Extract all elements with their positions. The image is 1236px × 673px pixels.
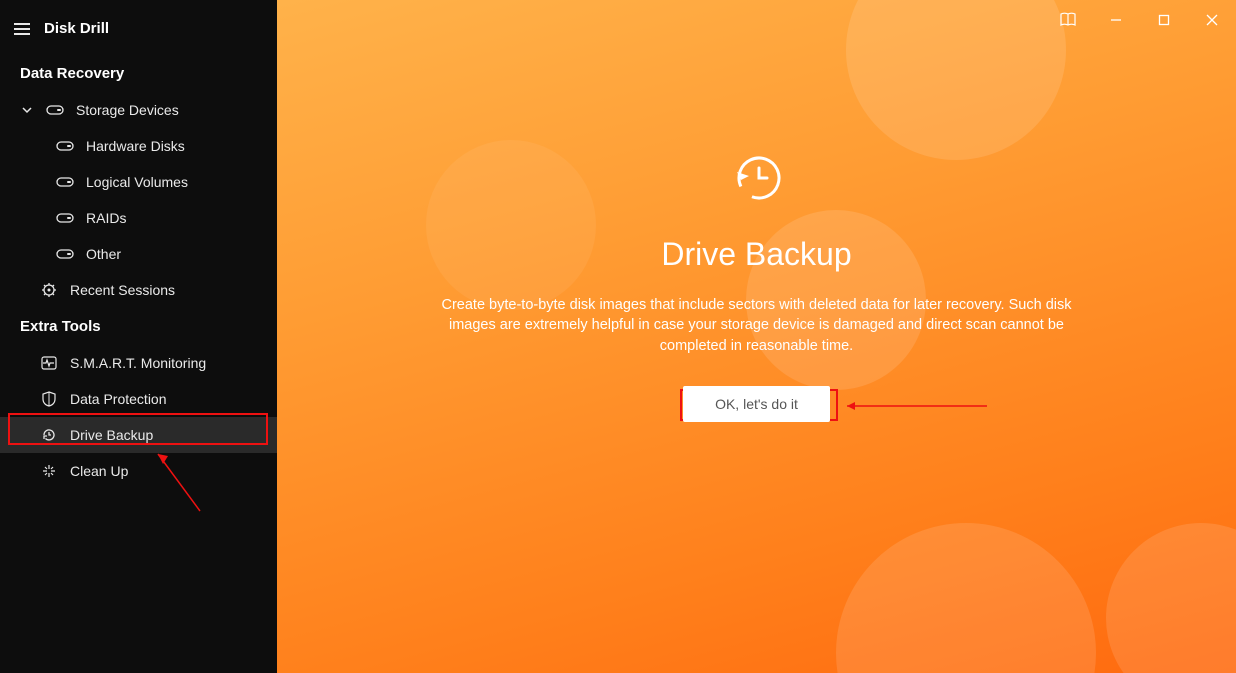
disk-icon bbox=[56, 175, 74, 189]
main-panel: Drive Backup Create byte-to-byte disk im… bbox=[277, 0, 1236, 673]
sidebar-item-label: Storage Devices bbox=[76, 102, 179, 118]
decorative-circle bbox=[846, 0, 1066, 160]
sidebar-item-label: Hardware Disks bbox=[86, 138, 185, 154]
app-title: Disk Drill bbox=[44, 20, 109, 37]
menu-toggle-button[interactable] bbox=[14, 23, 30, 35]
sidebar-item-storage-devices[interactable]: Storage Devices bbox=[0, 92, 277, 128]
disk-icon bbox=[56, 139, 74, 153]
ok-lets-do-it-button[interactable]: OK, let's do it bbox=[683, 386, 830, 422]
sidebar-item-label: RAIDs bbox=[86, 210, 126, 226]
sidebar-item-label: Data Protection bbox=[70, 391, 167, 407]
minimize-icon bbox=[1110, 14, 1122, 26]
section-data-recovery: Data Recovery bbox=[0, 55, 277, 92]
heartbeat-icon bbox=[40, 356, 58, 370]
shield-icon bbox=[40, 391, 58, 407]
backup-clock-icon bbox=[40, 427, 58, 443]
close-icon bbox=[1206, 14, 1218, 26]
sidebar-item-data-protection[interactable]: Data Protection bbox=[0, 381, 277, 417]
sidebar-item-label: Recent Sessions bbox=[70, 282, 175, 298]
window-minimize-button[interactable] bbox=[1092, 0, 1140, 40]
sidebar-item-clean-up[interactable]: Clean Up bbox=[0, 453, 277, 489]
disk-icon bbox=[46, 103, 64, 117]
book-icon bbox=[1059, 12, 1077, 28]
window-close-button[interactable] bbox=[1188, 0, 1236, 40]
page-description: Create byte-to-byte disk images that inc… bbox=[437, 295, 1077, 356]
sidebar-item-label: Logical Volumes bbox=[86, 174, 188, 190]
maximize-icon bbox=[1158, 14, 1170, 26]
window-maximize-button[interactable] bbox=[1140, 0, 1188, 40]
sparkle-icon bbox=[40, 463, 58, 479]
sidebar-item-other[interactable]: Other bbox=[0, 236, 277, 272]
sidebar-item-label: S.M.A.R.T. Monitoring bbox=[70, 355, 206, 371]
section-extra-tools: Extra Tools bbox=[0, 308, 277, 345]
page-title: Drive Backup bbox=[661, 236, 851, 273]
backup-clock-hero-icon bbox=[729, 150, 785, 206]
help-button[interactable] bbox=[1044, 0, 1092, 40]
sidebar-item-label: Other bbox=[86, 246, 121, 262]
disk-icon bbox=[56, 247, 74, 261]
sidebar-item-raids[interactable]: RAIDs bbox=[0, 200, 277, 236]
sidebar-item-hardware-disks[interactable]: Hardware Disks bbox=[0, 128, 277, 164]
sidebar-item-smart-monitoring[interactable]: S.M.A.R.T. Monitoring bbox=[0, 345, 277, 381]
sidebar-item-drive-backup[interactable]: Drive Backup bbox=[0, 417, 277, 453]
sidebar-item-recent-sessions[interactable]: Recent Sessions bbox=[0, 272, 277, 308]
gear-icon bbox=[40, 282, 58, 298]
sidebar-item-logical-volumes[interactable]: Logical Volumes bbox=[0, 164, 277, 200]
decorative-circle bbox=[836, 523, 1096, 673]
disk-icon bbox=[56, 211, 74, 225]
sidebar-item-label: Clean Up bbox=[70, 463, 128, 479]
sidebar-item-label: Drive Backup bbox=[70, 427, 153, 443]
decorative-circle bbox=[1106, 523, 1236, 673]
sidebar: Disk Drill Data Recovery Storage Devices… bbox=[0, 0, 277, 673]
chevron-down-icon bbox=[20, 105, 34, 115]
